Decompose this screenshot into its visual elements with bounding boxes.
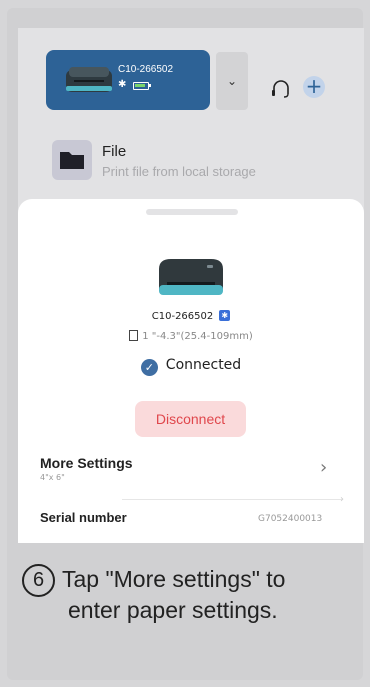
- app-screen: C10-266502 ✱ ⌄ + File Print file from lo…: [18, 28, 364, 543]
- chevron-down-icon: ⌄: [226, 74, 238, 88]
- folder-icon: [60, 152, 84, 169]
- paper-size-range: 1 "-4.3"(25.4-109mm): [18, 330, 364, 342]
- check-circle-icon: ✓: [140, 359, 158, 376]
- add-device-button[interactable]: +: [303, 76, 325, 98]
- model-name: C10-266502: [151, 311, 214, 322]
- disconnect-button[interactable]: Disconnect: [135, 401, 246, 437]
- more-settings-label[interactable]: More Settings: [40, 455, 133, 471]
- file-row[interactable]: [52, 140, 92, 180]
- file-subtitle: Print file from local storage: [102, 164, 256, 179]
- caption-line-1: Tap "More settings" to: [62, 566, 286, 592]
- bluetooth-icon: ✱: [118, 79, 127, 90]
- device-name: C10-266502: [118, 64, 174, 75]
- printer-image: [159, 259, 223, 295]
- device-card[interactable]: C10-266502 ✱: [46, 50, 210, 110]
- serial-number-label: Serial number: [40, 510, 127, 525]
- printer-model: C10-266502 ✱: [18, 310, 364, 322]
- paper-icon: [129, 330, 139, 341]
- file-title[interactable]: File: [102, 143, 126, 160]
- plus-icon: +: [305, 74, 323, 98]
- sheet-drag-handle[interactable]: [146, 209, 238, 215]
- status-text: Connected: [165, 357, 242, 373]
- device-dropdown-button[interactable]: ⌄: [216, 52, 248, 110]
- caption-line-2: enter paper settings.: [68, 597, 278, 623]
- battery-icon: [133, 82, 151, 90]
- serial-number-value: G7052400013: [258, 514, 323, 524]
- headset-icon[interactable]: [270, 78, 292, 100]
- printer-icon: [66, 67, 112, 92]
- divider: [122, 499, 342, 500]
- chevron-right-icon: ›: [340, 494, 344, 505]
- more-settings-value: 4"x 6": [40, 473, 65, 482]
- bluetooth-icon: ✱: [219, 310, 231, 321]
- chevron-right-icon[interactable]: ›: [320, 457, 327, 478]
- device-details-sheet: C10-266502 ✱ 1 "-4.3"(25.4-109mm) ✓ Connec…: [18, 199, 364, 543]
- connection-status: ✓ Connected: [18, 357, 364, 376]
- paper-range-text: 1 "-4.3"(25.4-109mm): [142, 331, 253, 342]
- step-number-badge: 6: [22, 564, 55, 597]
